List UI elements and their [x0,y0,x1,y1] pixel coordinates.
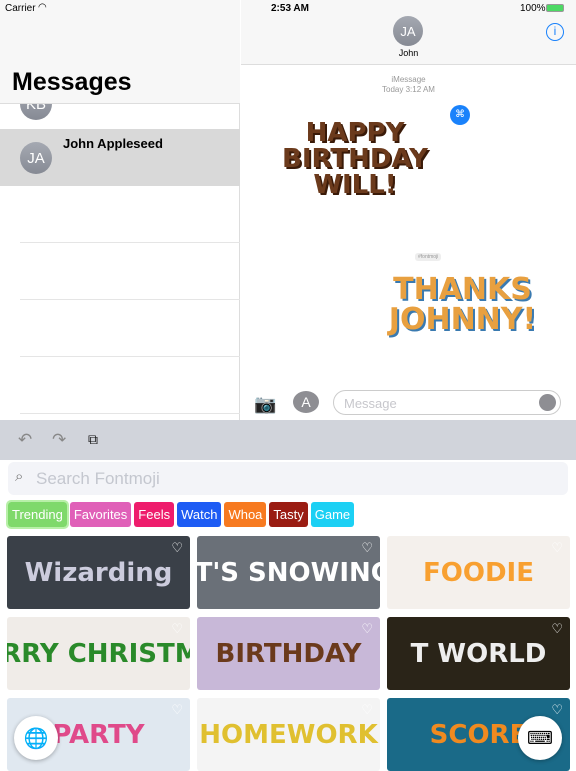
page-title: Messages [12,68,132,96]
heart-icon[interactable]: ♡ [551,622,563,637]
divider [20,413,240,414]
contact-name[interactable]: John [241,48,576,58]
battery-icon [546,4,564,12]
message-placeholder: Message [344,396,397,411]
sticker-tile[interactable]: MERRY CHRISTMAS♡ [7,617,190,690]
undo-icon[interactable]: ↶ [18,430,32,450]
heart-icon[interactable]: ♡ [361,703,373,718]
microphone-icon[interactable] [539,394,556,411]
tile-lettering: HOMEWORK [199,719,378,750]
search-input[interactable]: ⌕ Search Fontmoji [8,462,568,495]
camera-icon[interactable]: 📷 [254,394,276,415]
tab-game[interactable]: Game [310,502,355,527]
clock: 2:53 AM [271,3,309,14]
tab-watch[interactable]: Watch [177,502,222,527]
divider [20,299,240,300]
wifi-icon: ◠ [38,2,47,13]
sticker-tile[interactable]: T WORLD ♡ [387,617,570,690]
sticker-grid: Wizarding♡IT'S SNOWING♡FOODIE♡MERRY CHRI… [7,536,570,771]
tile-lettering: BIRTHDAY [215,638,362,669]
tab-tasty[interactable]: Tasty [269,502,308,527]
sticker-tile[interactable]: Wizarding ♡ [7,536,190,609]
list-item[interactable]: JA John Appleseed [0,129,240,186]
globe-icon[interactable]: 🌐 [14,716,58,760]
tile-lettering: FOODIE [423,557,534,588]
tile-lettering: T WORLD [410,638,547,669]
avatar: JA [20,142,52,174]
message-input[interactable]: Message [333,390,561,415]
tile-lettering: IT'S SNOWING [197,557,380,588]
sticker-app-icon[interactable]: ⌘ [450,105,470,125]
tile-lettering: SCORE [429,719,528,750]
heart-icon[interactable]: ♡ [171,541,183,556]
tile-lettering: Wizarding [24,557,173,588]
tile-lettering: MERRY CHRISTMAS [7,638,190,669]
sticker-tile[interactable]: BIRTHDAY ♡ [197,617,380,690]
info-icon[interactable]: i [546,23,564,41]
tab-favorites[interactable]: Favorites [69,502,132,527]
battery-percent: 100% [520,3,546,14]
heart-icon[interactable]: ♡ [171,622,183,637]
service-label: iMessage [391,75,426,84]
tile-lettering: PARTY [52,719,145,750]
sticker-thanks[interactable]: THANKS JOHNNY! [360,275,565,335]
status-bar: Carrier ◠ 2:53 AM 100% [0,0,576,16]
heart-icon[interactable]: ♡ [361,541,373,556]
keyboard-icon[interactable]: ⌨ [518,716,562,760]
divider [20,356,240,357]
sticker-source-label[interactable]: #fontmoji [415,253,442,261]
search-placeholder: Search Fontmoji [36,469,160,488]
redo-icon[interactable]: ↷ [52,430,66,450]
search-icon: ⌕ [15,468,24,485]
sticker-birthday[interactable]: HAPPY BIRTHDAY WILL! [250,120,460,198]
category-tabs: Trending Favorites Feels Watch Whoa Tasty Game [6,500,355,529]
tab-whoa[interactable]: Whoa [224,502,267,527]
carrier: Carrier [5,3,36,14]
tab-feels[interactable]: Feels [134,502,175,527]
tab-trending[interactable]: Trending [6,500,69,529]
contact-avatar[interactable]: JA [393,16,423,46]
sticker-tile[interactable]: IT'S SNOWING♡ [197,536,380,609]
divider [20,242,240,243]
sticker-tile[interactable]: HOMEWORK ♡ [197,698,380,771]
paste-icon[interactable]: ⧉ [88,431,98,448]
heart-icon[interactable]: ♡ [551,703,563,718]
heart-icon[interactable]: ♡ [361,622,373,637]
app-store-icon[interactable]: A [293,391,319,413]
contact-name: John Appleseed [63,136,163,151]
keyboard-toolbar: ↶ ↷ ⧉ [0,420,576,460]
heart-icon[interactable]: ♡ [551,541,563,556]
timestamp: Today 3:12 AM [382,85,435,94]
heart-icon[interactable]: ♡ [171,703,183,718]
sticker-tile[interactable]: FOODIE ♡ [387,536,570,609]
